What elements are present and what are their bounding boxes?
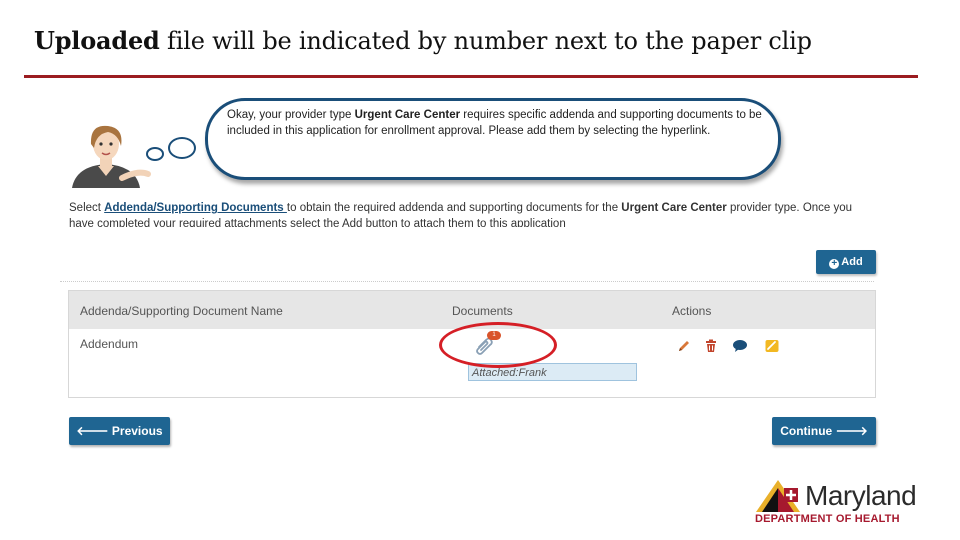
instructions-text-part: to obtain the required addenda and suppo… (286, 202, 622, 214)
previous-button-label: Previous (111, 424, 163, 438)
maryland-flag-logo-icon (756, 480, 800, 512)
slide-title-lead: Uploaded (34, 26, 160, 55)
title-divider (24, 75, 918, 78)
column-header-documents: Documents (452, 304, 513, 318)
highlight-circle (439, 322, 557, 368)
section-divider (60, 281, 874, 282)
arrow-left-icon: 🡐 (76, 424, 112, 438)
slide-title-rest: file will be indicated by number next to… (159, 27, 812, 55)
note-icon[interactable] (764, 338, 780, 354)
previous-button[interactable]: 🡐 Previous (69, 417, 170, 445)
add-button[interactable]: + Add (816, 250, 876, 274)
assistant-avatar (72, 125, 151, 188)
continue-button-label: Continue (780, 424, 833, 438)
help-bubble-text: Okay, your provider type Urgent Care Cen… (227, 107, 767, 139)
instructions-provider-type: Urgent Care Center (621, 202, 727, 214)
thought-bubble-dot-large (168, 137, 196, 159)
column-header-name: Addenda/Supporting Document Name (80, 304, 283, 318)
plus-circle-icon: + (829, 259, 840, 269)
document-name-cell: Addendum (80, 337, 139, 351)
delete-icon[interactable] (703, 338, 719, 354)
thought-bubble-dot-small (146, 147, 164, 161)
column-header-actions: Actions (672, 304, 712, 318)
logo-name: Maryland (805, 480, 917, 511)
instructions-text: Select Addenda/Supporting Documents to o… (69, 200, 859, 227)
arrow-right-icon: 🡒 (832, 424, 868, 438)
slide-title: Uploaded file will be indicated by numbe… (34, 26, 934, 55)
add-button-label: Add (841, 256, 863, 268)
continue-button[interactable]: Continue 🡒 (772, 417, 876, 445)
bubble-text-part: Okay, your provider type (227, 109, 355, 121)
bubble-provider-type: Urgent Care Center (354, 109, 461, 121)
comment-icon[interactable] (732, 338, 748, 354)
logo-department: DEPARTMENT OF HEALTH (755, 513, 900, 525)
addenda-documents-link[interactable]: Addenda/Supporting Documents (104, 202, 287, 214)
instructions-text-part: Select (69, 202, 105, 214)
edit-icon[interactable] (676, 338, 692, 354)
